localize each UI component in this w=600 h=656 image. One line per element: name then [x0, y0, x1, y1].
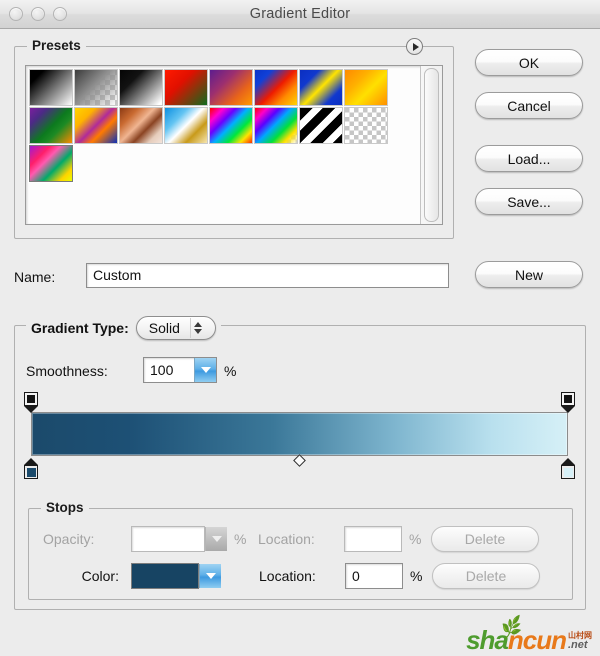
opacity-stop-left[interactable] [24, 392, 38, 413]
gradient-preview-bar[interactable] [31, 412, 568, 456]
preset-swatch-blue-red-yellow[interactable] [254, 69, 298, 106]
triangle-down-glyph [205, 573, 216, 579]
stops-legend: Stops [41, 500, 89, 515]
smoothness-field[interactable]: 100 [143, 357, 217, 383]
color-stop-pointer [24, 458, 38, 465]
opacity-stop-swatch [24, 392, 38, 406]
opacity-location-unit: % [409, 531, 422, 547]
chevron-down-icon[interactable] [194, 358, 216, 382]
name-label: Name: [14, 269, 56, 285]
triangle-down-glyph [211, 536, 222, 542]
triangle-right-glyph [412, 42, 419, 51]
presets-group: Presets [14, 38, 454, 239]
preset-swatch-copper[interactable] [119, 107, 163, 144]
preset-swatch-chrome[interactable] [164, 107, 208, 144]
gradient-type-select[interactable]: Solid [135, 316, 216, 340]
preset-swatch-red-green[interactable] [164, 69, 208, 106]
preset-swatch-yellow-violet-blue[interactable] [74, 107, 118, 144]
color-label: Color: [81, 568, 119, 584]
color-stop-swatch [24, 465, 38, 479]
stepper-updown-icon[interactable] [189, 318, 205, 338]
opacity-unit: % [234, 531, 247, 547]
preset-swatch-spectrum[interactable] [209, 107, 253, 144]
color-swatch-button[interactable] [131, 563, 199, 589]
preset-swatch-blue-yellow-blue[interactable] [299, 69, 343, 106]
window-title: Gradient Editor [249, 6, 351, 22]
triangle-down-glyph [200, 367, 211, 373]
opacity-location-label: Location: [258, 531, 315, 547]
color-stop-swatch [561, 465, 575, 479]
gradient-type-value: Solid [148, 320, 180, 336]
color-location-input[interactable]: 0 [345, 563, 403, 589]
preset-swatch-violet-green-orange[interactable] [29, 107, 73, 144]
preset-menu-arrow-icon[interactable] [406, 38, 423, 55]
opacity-label: Opacity: [43, 531, 95, 547]
preset-swatch-violet-orange[interactable] [209, 69, 253, 106]
save-button[interactable]: Save... [475, 188, 583, 215]
preset-swatch-magenta-green-yellow[interactable] [28, 144, 74, 183]
preset-swatch-foreground-to-transparent[interactable] [74, 69, 118, 106]
preset-swatch-orange-yellow-orange[interactable] [344, 69, 388, 106]
opacity-stop-right[interactable] [561, 392, 575, 413]
name-input[interactable]: Custom [86, 263, 449, 288]
cancel-button[interactable]: Cancel [475, 92, 583, 119]
color-stop-right[interactable] [561, 458, 575, 479]
preset-swatch-grid[interactable] [26, 66, 420, 224]
triangle-down-glyph [193, 329, 202, 334]
color-stop-left[interactable] [24, 458, 38, 479]
presets-scrollbar-thumb[interactable] [424, 68, 439, 222]
watermark-net-text: .net [568, 639, 588, 651]
color-stop-row: Color: Location: 0 % Delete [43, 563, 540, 589]
gradient-type-legend: Gradient Type: Solid [26, 316, 221, 340]
presets-scrollbar[interactable] [420, 66, 442, 224]
gradient-type-label: Gradient Type: [31, 320, 129, 336]
opacity-dropdown-icon [205, 527, 227, 551]
load-button[interactable]: Load... [475, 145, 583, 172]
new-button[interactable]: New [475, 261, 583, 288]
color-location-unit: % [410, 568, 423, 584]
preset-swatch-black-to-white[interactable] [29, 69, 73, 106]
opacity-stop-row: Opacity: % Location: % Delete [43, 526, 539, 552]
window-titlebar: Gradient Editor [0, 0, 600, 29]
color-delete-button: Delete [432, 563, 540, 589]
presets-legend: Presets [27, 38, 86, 53]
smoothness-unit: % [224, 363, 237, 379]
preset-swatch-black-stripes[interactable] [299, 107, 343, 144]
color-location-label: Location: [259, 568, 316, 584]
color-dropdown-icon[interactable] [199, 564, 221, 588]
preset-swatch-transparent-stripes[interactable] [344, 107, 388, 144]
opacity-stop-pointer [24, 406, 38, 413]
ok-button[interactable]: OK [475, 49, 583, 76]
preset-swatch-black-white-soft[interactable] [119, 69, 163, 106]
color-stop-pointer [561, 458, 575, 465]
smoothness-label: Smoothness: [26, 363, 108, 379]
opacity-location-input [344, 526, 402, 552]
site-watermark: shancun 🌿 山村网 .net [466, 616, 592, 653]
opacity-input [131, 526, 205, 552]
stops-group: Stops Opacity: % Location: % Delete Colo… [28, 500, 573, 600]
opacity-stop-pointer [561, 406, 575, 413]
opacity-stop-swatch [561, 392, 575, 406]
triangle-up-glyph [193, 322, 202, 327]
presets-well[interactable] [25, 65, 443, 225]
smoothness-value[interactable]: 100 [144, 362, 194, 378]
preset-swatch-transparent-rainbow[interactable] [254, 107, 298, 144]
opacity-delete-button: Delete [431, 526, 539, 552]
